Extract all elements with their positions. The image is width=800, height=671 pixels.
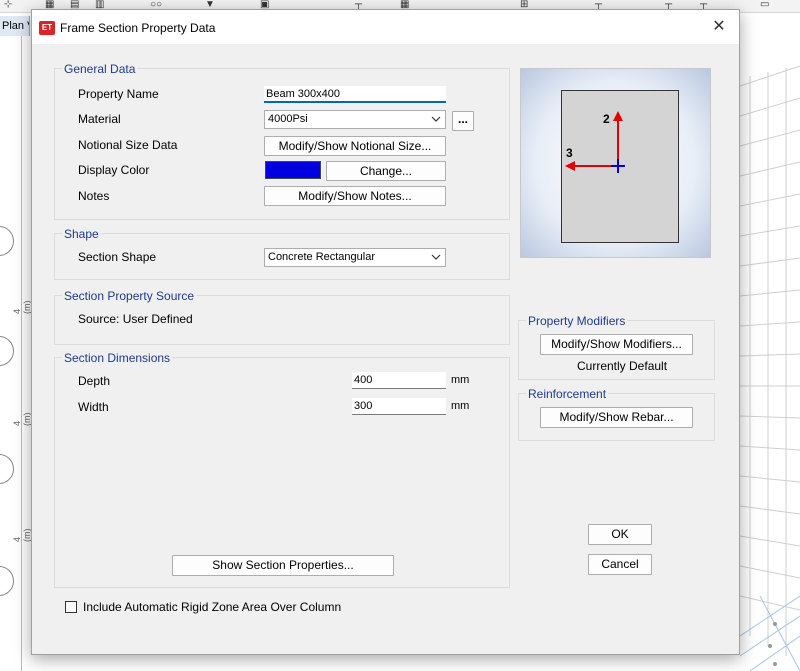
width-unit: mm: [451, 400, 470, 412]
toolbar-icon[interactable]: ▥: [95, 0, 104, 10]
dialog-title: Frame Section Property Data: [60, 21, 216, 35]
etabs-app-icon: ET: [39, 21, 55, 35]
toolbar-icon[interactable]: ┬: [595, 0, 602, 10]
toolbar-icon[interactable]: ▤: [70, 0, 79, 10]
modify-rebar-button[interactable]: Modify/Show Rebar...: [540, 407, 693, 428]
notional-size-label: Notional Size Data: [78, 138, 178, 152]
width-label: Width: [78, 400, 109, 414]
cancel-button[interactable]: Cancel: [588, 554, 652, 575]
material-select[interactable]: 4000Psi: [264, 110, 446, 129]
grid-line: [21, 36, 22, 671]
grid-bubble: [0, 566, 14, 596]
building-wireframe: [740, 65, 800, 671]
general-data-title: General Data: [62, 62, 138, 76]
axis-3-label: 3: [566, 146, 573, 160]
section-dimensions-group: [54, 357, 510, 588]
display-color-swatch[interactable]: [265, 161, 321, 179]
section-shape-selected-value: Concrete Rectangular: [268, 251, 376, 263]
toolbar-icon[interactable]: ┬: [700, 0, 707, 10]
depth-label: Depth: [78, 374, 111, 388]
grid-bubble: [0, 336, 14, 366]
toolbar-icon[interactable]: ⊹: [4, 0, 12, 10]
modifiers-status: Currently Default: [577, 359, 668, 373]
toolbar-icon[interactable]: ▼: [205, 0, 215, 10]
section-dimensions-title: Section Dimensions: [62, 351, 173, 365]
modify-notional-size-button[interactable]: Modify/Show Notional Size...: [264, 136, 446, 156]
close-icon[interactable]: ✕: [705, 16, 733, 38]
toolbar-icon[interactable]: ⊞: [520, 0, 528, 10]
rigid-zone-checkbox[interactable]: [65, 601, 77, 613]
local-axes-diagram: [565, 111, 625, 173]
frame-section-property-dialog: ET Frame Section Property Data ✕ General…: [31, 9, 740, 655]
toolbar-icon[interactable]: ○○: [150, 0, 162, 10]
width-input[interactable]: [352, 398, 446, 415]
material-label: Material: [78, 112, 121, 126]
depth-unit: mm: [451, 374, 470, 386]
material-more-button[interactable]: ...: [452, 111, 474, 131]
grid-dimension-label: 4 (m): [12, 412, 32, 427]
ok-button[interactable]: OK: [588, 524, 652, 545]
grid-dimension-label: 4 (m): [12, 528, 32, 543]
toolbar-icon[interactable]: ┬: [665, 0, 672, 10]
property-modifiers-title: Property Modifiers: [526, 314, 628, 328]
toolbar-icon[interactable]: ▭: [760, 0, 769, 10]
depth-input[interactable]: [352, 372, 446, 389]
axis-2-label: 2: [603, 112, 610, 126]
shape-title: Shape: [62, 227, 101, 241]
section-preview: 2 3: [520, 68, 711, 258]
material-selected-value: 4000Psi: [268, 113, 308, 125]
source-text: Source: User Defined: [78, 312, 193, 326]
reinforcement-title: Reinforcement: [526, 387, 609, 401]
modify-notes-button[interactable]: Modify/Show Notes...: [264, 186, 446, 206]
toolbar-icon[interactable]: ▣: [260, 0, 269, 10]
rigid-zone-label[interactable]: Include Automatic Rigid Zone Area Over C…: [83, 600, 341, 614]
grid-bubble: [0, 226, 14, 256]
notes-label: Notes: [78, 189, 110, 203]
3d-view-canvas: [740, 36, 800, 671]
show-section-properties-button[interactable]: Show Section Properties...: [172, 555, 394, 576]
section-shape-select[interactable]: Concrete Rectangular: [264, 248, 446, 267]
display-color-label: Display Color: [78, 163, 150, 177]
chevron-down-icon: [431, 254, 441, 260]
dialog-titlebar[interactable]: ET Frame Section Property Data ✕: [32, 10, 739, 44]
plan-view-tab[interactable]: Plan Vi: [0, 16, 30, 36]
modify-modifiers-button[interactable]: Modify/Show Modifiers...: [540, 334, 693, 355]
change-color-button[interactable]: Change...: [326, 161, 446, 181]
section-property-source-title: Section Property Source: [62, 289, 197, 303]
chevron-down-icon: [431, 116, 441, 122]
property-name-label: Property Name: [78, 87, 159, 101]
toolbar-icon[interactable]: ▦: [400, 0, 409, 10]
property-name-input[interactable]: [264, 86, 446, 103]
toolbar-icon[interactable]: ┬: [355, 0, 362, 10]
grid-bubble: [0, 454, 14, 484]
toolbar-icon[interactable]: ▦: [45, 0, 54, 10]
plan-view-canvas: 4 (m) 4 (m) 4 (m): [0, 36, 32, 671]
grid-dimension-label: 4 (m): [12, 300, 32, 315]
section-shape-label: Section Shape: [78, 250, 157, 264]
